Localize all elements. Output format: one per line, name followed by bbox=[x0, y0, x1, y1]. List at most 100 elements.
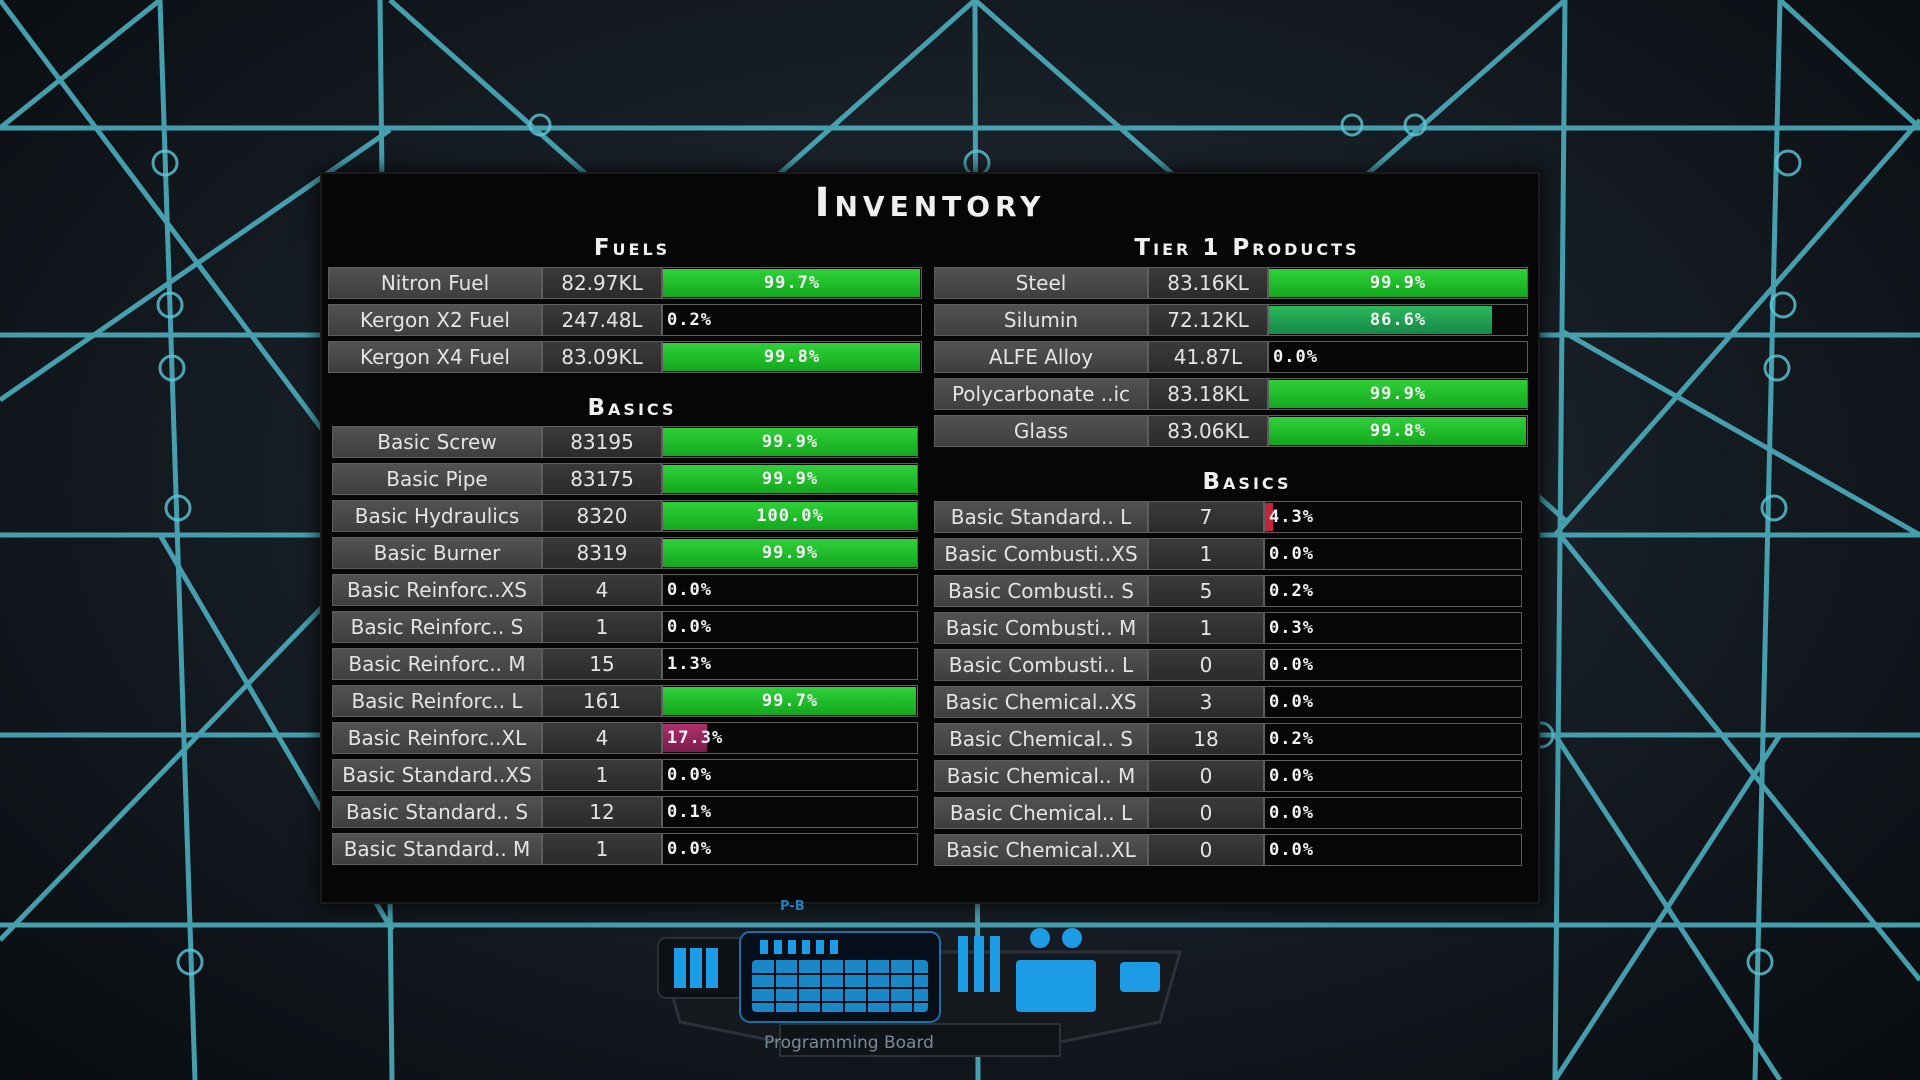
item-name: Basic Standard.. S bbox=[332, 796, 542, 828]
inventory-row: Basic Combusti.. M 1 0.3% bbox=[934, 612, 1522, 644]
item-quantity: 161 bbox=[542, 685, 662, 717]
item-name: Basic Standard..XS bbox=[332, 759, 542, 791]
fill-percent: 0.3% bbox=[1269, 618, 1314, 638]
item-quantity: 4 bbox=[542, 574, 662, 606]
item-name: Basic Hydraulics bbox=[332, 500, 542, 532]
item-quantity: 15 bbox=[542, 648, 662, 680]
item-quantity: 3 bbox=[1148, 686, 1264, 718]
fill-percent: 0.0% bbox=[667, 765, 712, 785]
fill-percent: 0.2% bbox=[1269, 581, 1314, 601]
item-name: Basic Combusti.. L bbox=[934, 649, 1148, 681]
fill-percent: 0.1% bbox=[667, 802, 712, 822]
fill-bar: 100.0% bbox=[662, 500, 918, 532]
fill-percent: 99.9% bbox=[761, 432, 819, 452]
fill-percent: 0.0% bbox=[667, 839, 712, 859]
fill-percent: 0.0% bbox=[667, 580, 712, 600]
item-name: Basic Screw bbox=[332, 426, 542, 458]
item-quantity: 72.12KL bbox=[1148, 304, 1268, 336]
item-name: Basic Reinforc..XS bbox=[332, 574, 542, 606]
inventory-row: Basic Standard..XS 1 0.0% bbox=[332, 759, 918, 791]
item-name: Basic Chemical..XS bbox=[934, 686, 1148, 718]
fill-percent: 99.7% bbox=[761, 691, 819, 711]
tier1-table: Steel 83.16KL 99.9% Silumin 72.12KL 86.6% ALFE… bbox=[934, 267, 1528, 452]
item-quantity: 4 bbox=[542, 722, 662, 754]
item-quantity: 0 bbox=[1148, 834, 1264, 866]
inventory-row: Silumin 72.12KL 86.6% bbox=[934, 304, 1528, 336]
inventory-row: Basic Standard.. S 12 0.1% bbox=[332, 796, 918, 828]
fill-percent: 99.8% bbox=[763, 347, 821, 367]
inventory-row: Polycarbonate ..ic 83.18KL 99.9% bbox=[934, 378, 1528, 410]
item-name: Basic Chemical.. S bbox=[934, 723, 1148, 755]
inventory-row: Basic Reinforc..XL 4 17.3% bbox=[332, 722, 918, 754]
tier1-heading: Tier 1 Products bbox=[1134, 235, 1360, 261]
inventory-row: Basic Hydraulics 8320 100.0% bbox=[332, 500, 918, 532]
inventory-row: Kergon X4 Fuel 83.09KL 99.8% bbox=[328, 341, 922, 373]
inventory-row: Steel 83.16KL 99.9% bbox=[934, 267, 1528, 299]
programming-board-label: Programming Board bbox=[764, 1033, 934, 1053]
fill-bar: 0.0% bbox=[1264, 686, 1522, 718]
fill-bar: 4.3% bbox=[1264, 501, 1522, 533]
inventory-row: Glass 83.06KL 99.8% bbox=[934, 415, 1528, 447]
fill-percent: 99.9% bbox=[761, 469, 819, 489]
fill-bar: 0.0% bbox=[1264, 834, 1522, 866]
item-name: Basic Chemical.. L bbox=[934, 797, 1148, 829]
item-name: Kergon X2 Fuel bbox=[328, 304, 542, 336]
inventory-row: Basic Combusti..XS 1 0.0% bbox=[934, 538, 1522, 570]
fill-bar: 0.0% bbox=[662, 574, 918, 606]
item-quantity: 1 bbox=[1148, 538, 1264, 570]
item-name: Basic Combusti.. S bbox=[934, 575, 1148, 607]
item-quantity: 1 bbox=[1148, 612, 1264, 644]
inventory-row: Basic Chemical.. S 18 0.2% bbox=[934, 723, 1522, 755]
fill-bar: 1.3% bbox=[662, 648, 918, 680]
fill-bar: 0.2% bbox=[1264, 575, 1522, 607]
basics-left-heading: Basics bbox=[587, 395, 677, 421]
inventory-row: Basic Burner 8319 99.9% bbox=[332, 537, 918, 569]
item-quantity: 82.97KL bbox=[542, 267, 662, 299]
fill-bar: 99.9% bbox=[662, 463, 918, 495]
fill-percent: 1.3% bbox=[667, 654, 712, 674]
item-quantity: 0 bbox=[1148, 649, 1264, 681]
inventory-row: Nitron Fuel 82.97KL 99.7% bbox=[328, 267, 922, 299]
inventory-row: Basic Reinforc.. M 15 1.3% bbox=[332, 648, 918, 680]
inventory-row: Basic Reinforc.. S 1 0.0% bbox=[332, 611, 918, 643]
item-name: ALFE Alloy bbox=[934, 341, 1148, 373]
item-name: Silumin bbox=[934, 304, 1148, 336]
fill-percent: 4.3% bbox=[1269, 507, 1314, 527]
item-name: Basic Combusti.. M bbox=[934, 612, 1148, 644]
fill-bar: 99.9% bbox=[662, 426, 918, 458]
item-quantity: 83195 bbox=[542, 426, 662, 458]
fill-percent: 0.0% bbox=[667, 617, 712, 637]
fill-bar: 99.8% bbox=[1268, 415, 1528, 447]
fill-bar: 0.0% bbox=[662, 759, 918, 791]
item-quantity: 1 bbox=[542, 833, 662, 865]
item-quantity: 12 bbox=[542, 796, 662, 828]
item-name: Basic Reinforc..XL bbox=[332, 722, 542, 754]
fill-bar: 0.2% bbox=[1264, 723, 1522, 755]
inventory-row: Basic Standard.. L 7 4.3% bbox=[934, 501, 1522, 533]
fill-bar: 0.0% bbox=[1264, 649, 1522, 681]
item-quantity: 0 bbox=[1148, 760, 1264, 792]
inventory-row: Basic Chemical..XS 3 0.0% bbox=[934, 686, 1522, 718]
fill-percent: 0.0% bbox=[1269, 692, 1314, 712]
item-name: Nitron Fuel bbox=[328, 267, 542, 299]
fill-percent: 99.9% bbox=[1369, 273, 1427, 293]
fill-percent: 0.2% bbox=[667, 310, 712, 330]
item-name: Basic Combusti..XS bbox=[934, 538, 1148, 570]
inventory-row: Basic Combusti.. S 5 0.2% bbox=[934, 575, 1522, 607]
item-name: Basic Burner bbox=[332, 537, 542, 569]
fill-bar: 0.1% bbox=[662, 796, 918, 828]
item-name: Basic Standard.. L bbox=[934, 501, 1148, 533]
fill-percent: 100.0% bbox=[756, 506, 824, 526]
fill-percent: 17.3% bbox=[667, 728, 724, 748]
fill-percent: 0.0% bbox=[1269, 655, 1314, 675]
board-id: P-B bbox=[780, 899, 805, 914]
inventory-screen: Inventory Fuels Tier 1 Products Basics B… bbox=[320, 172, 1540, 904]
fill-bar: 0.0% bbox=[1264, 760, 1522, 792]
item-quantity: 83.06KL bbox=[1148, 415, 1268, 447]
item-name: Basic Chemical.. M bbox=[934, 760, 1148, 792]
item-name: Basic Standard.. M bbox=[332, 833, 542, 865]
fuels-table: Nitron Fuel 82.97KL 99.7% Kergon X2 Fuel 247… bbox=[328, 267, 922, 378]
fill-percent: 0.2% bbox=[1269, 729, 1314, 749]
inventory-row: Basic Combusti.. L 0 0.0% bbox=[934, 649, 1522, 681]
inventory-row: Kergon X2 Fuel 247.48L 0.2% bbox=[328, 304, 922, 336]
